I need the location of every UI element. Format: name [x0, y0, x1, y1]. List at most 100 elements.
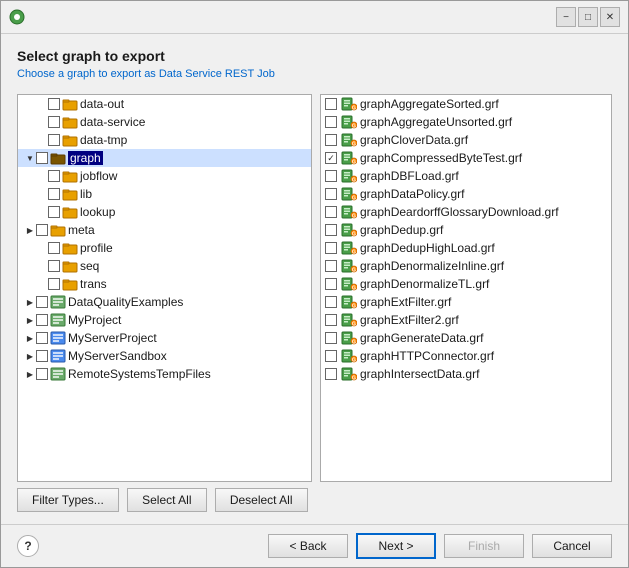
tree-item[interactable]: profile [18, 239, 311, 257]
tree-item[interactable]: lib [18, 185, 311, 203]
tree-checkbox[interactable] [36, 314, 48, 326]
list-label: graphDedupHighLoad.grf [360, 241, 495, 255]
tree-checkbox[interactable] [48, 116, 60, 128]
tree-checkbox[interactable] [48, 206, 60, 218]
tree-checkbox[interactable] [48, 260, 60, 272]
select-all-button[interactable]: Select All [127, 488, 207, 512]
list-checkbox[interactable] [325, 98, 337, 110]
grf-icon: G [341, 241, 357, 255]
maximize-button[interactable]: □ [578, 7, 598, 27]
folder-icon [62, 205, 78, 219]
svg-text:G: G [352, 142, 356, 148]
tree-checkbox[interactable] [48, 242, 60, 254]
list-checkbox[interactable] [325, 206, 337, 218]
list-checkbox[interactable]: ✓ [325, 152, 337, 164]
grf-icon: G [341, 115, 357, 129]
svg-text:G: G [352, 124, 356, 130]
folder-icon [62, 187, 78, 201]
tree-checkbox[interactable] [48, 170, 60, 182]
tree-checkbox[interactable] [48, 134, 60, 146]
graph-files-panel[interactable]: G graphAggregateSorted.grf G graphAggreg… [320, 94, 612, 482]
list-item[interactable]: G graphGenerateData.grf [321, 329, 611, 347]
tree-item[interactable]: data-service [18, 113, 311, 131]
list-item[interactable]: G graphExtFilter.grf [321, 293, 611, 311]
tree-item[interactable]: lookup [18, 203, 311, 221]
list-item[interactable]: G graphDeardorffGlossaryDownload.grf [321, 203, 611, 221]
list-item[interactable]: G graphIntersectData.grf [321, 365, 611, 383]
toggle-icon: ▶ [24, 224, 36, 236]
list-checkbox[interactable] [325, 332, 337, 344]
tree-item[interactable]: ▶ RemoteSystemsTempFiles [18, 365, 311, 383]
cancel-button[interactable]: Cancel [532, 534, 612, 558]
tree-item-graph[interactable]: ▼ graph [18, 149, 311, 167]
tree-item[interactable]: data-tmp [18, 131, 311, 149]
list-item[interactable]: G graphAggregateSorted.grf [321, 95, 611, 113]
list-checkbox[interactable] [325, 170, 337, 182]
tree-item[interactable]: ▶ DataQualityExamples [18, 293, 311, 311]
tree-item[interactable]: jobflow [18, 167, 311, 185]
tree-checkbox[interactable] [36, 152, 48, 164]
list-item[interactable]: ✓ G graphCompressedByteTest.grf [321, 149, 611, 167]
help-button[interactable]: ? [17, 535, 39, 557]
tree-checkbox[interactable] [48, 278, 60, 290]
list-checkbox[interactable] [325, 296, 337, 308]
tree-label: MyServerProject [68, 331, 157, 345]
list-item[interactable]: G graphDataPolicy.grf [321, 185, 611, 203]
list-checkbox[interactable] [325, 134, 337, 146]
dialog-title: Select graph to export [17, 48, 612, 64]
tree-checkbox[interactable] [48, 188, 60, 200]
toggle-icon [36, 278, 48, 290]
list-label: graphDeardorffGlossaryDownload.grf [360, 205, 559, 219]
tree-item[interactable]: ▶ MyServerProject [18, 329, 311, 347]
svg-text:G: G [352, 178, 356, 184]
list-checkbox[interactable] [325, 350, 337, 362]
minimize-button[interactable]: − [556, 7, 576, 27]
tree-checkbox[interactable] [48, 98, 60, 110]
tree-item[interactable]: ▶ meta [18, 221, 311, 239]
tree-checkbox[interactable] [36, 332, 48, 344]
list-label: graphHTTPConnector.grf [360, 349, 494, 363]
tree-checkbox[interactable] [36, 296, 48, 308]
tree-item[interactable]: data-out [18, 95, 311, 113]
tree-item[interactable]: ▶ MyServerSandbox [18, 347, 311, 365]
svg-text:G: G [352, 214, 356, 220]
list-checkbox[interactable] [325, 260, 337, 272]
list-item[interactable]: G graphDenormalizeInline.grf [321, 257, 611, 275]
list-item[interactable]: G graphDenormalizeTL.grf [321, 275, 611, 293]
list-item[interactable]: G graphAggregateUnsorted.grf [321, 113, 611, 131]
list-item[interactable]: G graphHTTPConnector.grf [321, 347, 611, 365]
list-checkbox[interactable] [325, 224, 337, 236]
deselect-all-button[interactable]: Deselect All [215, 488, 308, 512]
tree-checkbox[interactable] [36, 368, 48, 380]
window-controls: − □ ✕ [556, 7, 620, 27]
list-checkbox[interactable] [325, 368, 337, 380]
toggle-icon [36, 98, 48, 110]
grf-icon: G [341, 223, 357, 237]
finish-button[interactable]: Finish [444, 534, 524, 558]
tree-checkbox[interactable] [36, 350, 48, 362]
list-item[interactable]: G graphExtFilter2.grf [321, 311, 611, 329]
tree-item[interactable]: trans [18, 275, 311, 293]
list-checkbox[interactable] [325, 278, 337, 290]
back-button[interactable]: < Back [268, 534, 348, 558]
list-checkbox[interactable] [325, 188, 337, 200]
list-checkbox[interactable] [325, 314, 337, 326]
close-button[interactable]: ✕ [600, 7, 620, 27]
tree-item[interactable]: ▶ MyProject [18, 311, 311, 329]
list-item[interactable]: G graphDedup.grf [321, 221, 611, 239]
list-item[interactable]: G graphCloverData.grf [321, 131, 611, 149]
filter-types-button[interactable]: Filter Types... [17, 488, 119, 512]
tree-item[interactable]: seq [18, 257, 311, 275]
file-tree-panel[interactable]: data-out data-service [17, 94, 312, 482]
svg-text:G: G [352, 250, 356, 256]
list-item[interactable]: G graphDedupHighLoad.grf [321, 239, 611, 257]
svg-text:G: G [352, 268, 356, 274]
grf-icon: G [341, 331, 357, 345]
next-button[interactable]: Next > [356, 533, 436, 559]
list-checkbox[interactable] [325, 242, 337, 254]
grf-icon: G [341, 277, 357, 291]
list-checkbox[interactable] [325, 116, 337, 128]
list-item[interactable]: G graphDBFLoad.grf [321, 167, 611, 185]
tree-checkbox[interactable] [36, 224, 48, 236]
grf-icon: G [341, 367, 357, 381]
